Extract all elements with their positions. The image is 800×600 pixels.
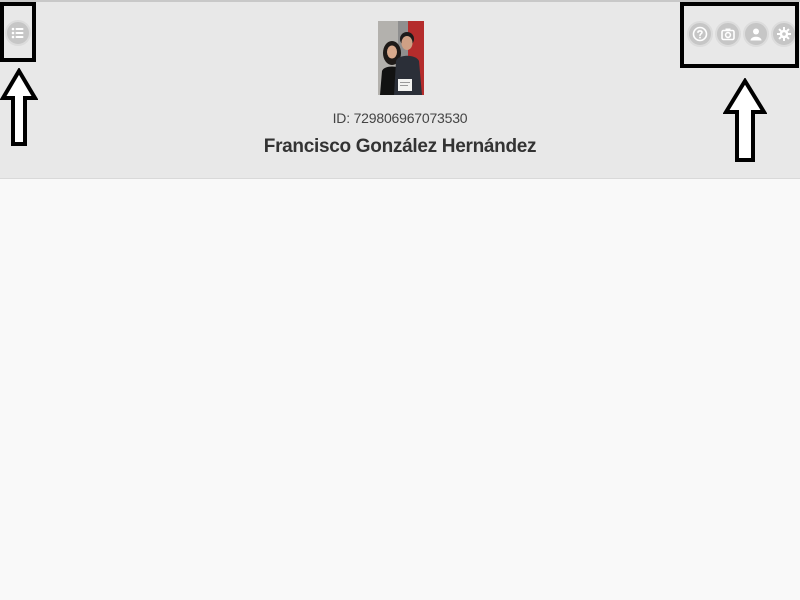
user-id-prefix: ID: (332, 110, 354, 126)
user-name: Francisco González Hernández (263, 136, 537, 157)
app-page: ID: 729806967073530 Francisco González H… (0, 0, 800, 600)
main-content (0, 179, 800, 600)
user-id-value: 729806967073530 (353, 110, 468, 126)
annotation-arrow-right (723, 78, 767, 162)
annotation-box-menu (0, 2, 36, 62)
annotation-box-toolbar (680, 2, 799, 68)
user-id-line: ID: 729806967073530 (0, 110, 800, 126)
profile-photo (378, 21, 424, 95)
annotation-arrow-left (0, 68, 38, 146)
avatar[interactable] (378, 21, 424, 95)
